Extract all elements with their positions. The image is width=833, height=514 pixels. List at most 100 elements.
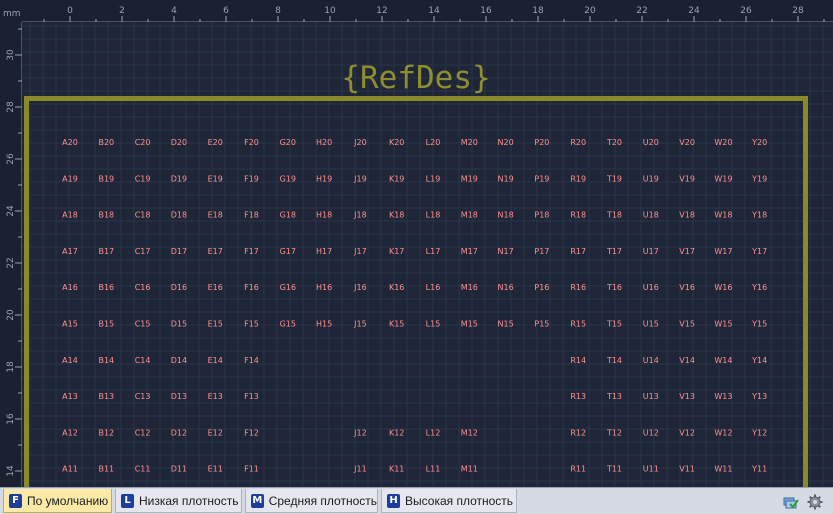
- pad[interactable]: L19: [426, 174, 441, 183]
- pad[interactable]: P19: [534, 174, 549, 183]
- pad[interactable]: Y20: [751, 138, 767, 147]
- pad[interactable]: H18: [316, 211, 332, 220]
- pad[interactable]: M18: [461, 211, 478, 220]
- pad[interactable]: T17: [606, 247, 622, 256]
- pad[interactable]: W20: [714, 138, 732, 147]
- pad[interactable]: B18: [98, 211, 114, 220]
- pad[interactable]: A11: [62, 465, 78, 474]
- pad[interactable]: U13: [643, 392, 659, 401]
- pcb-canvas[interactable]: 0 2 4 6 8 10 12 14 16 18 20 22 24 26 28 30 28 26 24 22 20 18…: [0, 0, 833, 487]
- pad[interactable]: C20: [135, 138, 151, 147]
- pad[interactable]: K12: [389, 428, 404, 437]
- pad[interactable]: E16: [208, 283, 223, 292]
- pad[interactable]: A15: [62, 320, 78, 329]
- pad[interactable]: K16: [389, 283, 404, 292]
- pad[interactable]: Y19: [751, 174, 767, 183]
- pad[interactable]: E12: [208, 428, 223, 437]
- pad[interactable]: F16: [244, 283, 259, 292]
- pad[interactable]: Y15: [751, 320, 767, 329]
- pad[interactable]: E19: [208, 174, 223, 183]
- pad[interactable]: B12: [98, 428, 114, 437]
- pad[interactable]: D11: [171, 465, 187, 474]
- pad[interactable]: U12: [643, 428, 659, 437]
- pad[interactable]: U14: [643, 356, 659, 365]
- pad[interactable]: H20: [316, 138, 332, 147]
- pad[interactable]: V17: [679, 247, 695, 256]
- pad[interactable]: U19: [643, 174, 659, 183]
- pad[interactable]: D15: [171, 320, 187, 329]
- pad[interactable]: K18: [389, 211, 404, 220]
- pad[interactable]: R11: [570, 465, 586, 474]
- pad[interactable]: T19: [606, 174, 622, 183]
- pad[interactable]: M11: [461, 465, 478, 474]
- pad[interactable]: U18: [643, 211, 659, 220]
- pad[interactable]: U16: [643, 283, 659, 292]
- tab-low-density[interactable]: L Низкая плотность: [115, 489, 242, 513]
- pad[interactable]: W15: [714, 320, 732, 329]
- pad[interactable]: G16: [280, 283, 296, 292]
- pad[interactable]: L17: [426, 247, 441, 256]
- pad[interactable]: C15: [135, 320, 151, 329]
- layers-check-icon[interactable]: [783, 494, 799, 510]
- pad[interactable]: F17: [244, 247, 259, 256]
- pad[interactable]: B16: [98, 283, 114, 292]
- pad[interactable]: F18: [244, 211, 259, 220]
- pad[interactable]: E11: [208, 465, 223, 474]
- pad[interactable]: K19: [389, 174, 404, 183]
- pad[interactable]: D17: [171, 247, 187, 256]
- pad[interactable]: L11: [426, 465, 441, 474]
- pad[interactable]: C13: [135, 392, 151, 401]
- pad[interactable]: C16: [135, 283, 151, 292]
- pad[interactable]: Y18: [751, 211, 767, 220]
- pad[interactable]: P16: [534, 283, 549, 292]
- pad[interactable]: B11: [98, 465, 114, 474]
- pad[interactable]: E20: [208, 138, 223, 147]
- pad[interactable]: K15: [389, 320, 404, 329]
- pad[interactable]: A16: [62, 283, 78, 292]
- pad[interactable]: V15: [679, 320, 695, 329]
- pad[interactable]: F13: [244, 392, 259, 401]
- pad[interactable]: C12: [135, 428, 151, 437]
- pad[interactable]: T11: [606, 465, 622, 474]
- pad[interactable]: N16: [498, 283, 514, 292]
- pad[interactable]: F15: [244, 320, 259, 329]
- pad[interactable]: N17: [498, 247, 514, 256]
- pad[interactable]: T20: [606, 138, 622, 147]
- pad[interactable]: J18: [353, 211, 367, 220]
- pad[interactable]: E17: [208, 247, 223, 256]
- pad[interactable]: H16: [316, 283, 332, 292]
- pad[interactable]: H17: [316, 247, 332, 256]
- pad[interactable]: B15: [98, 320, 114, 329]
- pad[interactable]: B13: [98, 392, 114, 401]
- pad[interactable]: N20: [498, 138, 514, 147]
- pad[interactable]: P18: [534, 211, 549, 220]
- pad[interactable]: L20: [426, 138, 441, 147]
- pad[interactable]: J17: [353, 247, 367, 256]
- tab-high-density[interactable]: H Высокая плотность: [381, 489, 517, 513]
- pad[interactable]: R14: [570, 356, 586, 365]
- pad[interactable]: C14: [135, 356, 151, 365]
- pad[interactable]: A12: [62, 428, 78, 437]
- pad[interactable]: C19: [135, 174, 151, 183]
- pad[interactable]: D20: [171, 138, 187, 147]
- pad[interactable]: R20: [570, 138, 586, 147]
- pad[interactable]: U20: [643, 138, 659, 147]
- pad[interactable]: P17: [534, 247, 549, 256]
- pad[interactable]: R15: [570, 320, 586, 329]
- pad[interactable]: G19: [280, 174, 296, 183]
- pad[interactable]: V13: [679, 392, 695, 401]
- pad[interactable]: A18: [62, 211, 78, 220]
- pad[interactable]: T14: [606, 356, 622, 365]
- pad[interactable]: Y13: [751, 392, 767, 401]
- pad[interactable]: Y17: [751, 247, 767, 256]
- pad[interactable]: L16: [426, 283, 441, 292]
- pad[interactable]: E14: [208, 356, 223, 365]
- pad[interactable]: J16: [353, 283, 367, 292]
- pad[interactable]: L12: [426, 428, 441, 437]
- pad[interactable]: N18: [498, 211, 514, 220]
- pad[interactable]: N19: [498, 174, 514, 183]
- pad[interactable]: V19: [679, 174, 695, 183]
- pad[interactable]: T18: [606, 211, 622, 220]
- refdes-label[interactable]: {RefDes}: [341, 60, 490, 96]
- pad[interactable]: Y16: [751, 283, 767, 292]
